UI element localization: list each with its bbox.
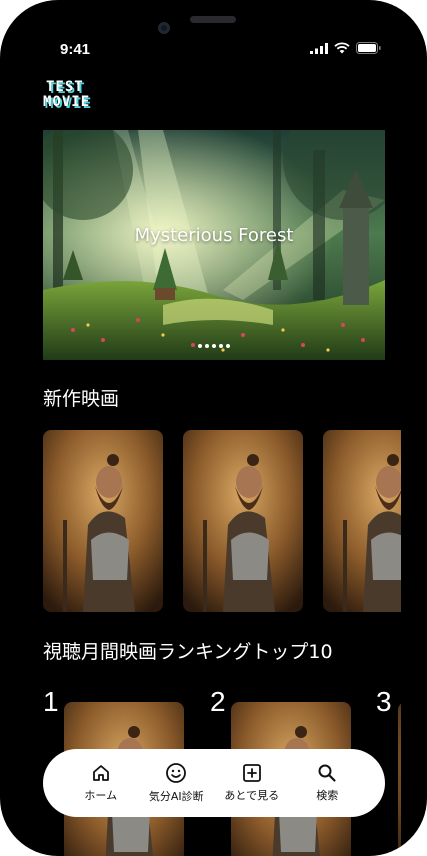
status-icons: [310, 42, 381, 54]
hero-title: Mysterious Forest: [134, 225, 294, 246]
nav-label: 気分AI診断: [148, 790, 204, 803]
carousel-dot[interactable]: [205, 344, 209, 348]
nav-mood-ai[interactable]: 気分AI診断: [141, 762, 211, 804]
movie-poster[interactable]: [183, 430, 303, 612]
carousel-dot[interactable]: [212, 344, 216, 348]
new-movies-title: 新作映画: [43, 388, 120, 410]
signal-icon: [310, 42, 328, 54]
bottom-navigation: ホーム 気分AI診断 あとで見る 検索: [43, 749, 385, 817]
logo-line-2: MOVIE: [43, 94, 91, 110]
carousel-dot[interactable]: [219, 344, 223, 348]
phone-frame: 9:41 TEST MOVIE Mysterious Forest 新作映画 視…: [0, 0, 427, 856]
rank-number: 1: [43, 686, 59, 717]
carousel-dot[interactable]: [198, 344, 202, 348]
rank-number: 2: [210, 686, 226, 717]
nav-label: ホーム: [84, 789, 118, 802]
carousel-dot[interactable]: [226, 344, 230, 348]
ranking-title: 視聴月間映画ランキングトップ10: [43, 641, 333, 663]
logo-line-1: TEST: [46, 79, 84, 95]
status-time: 9:41: [60, 41, 91, 58]
nav-label: 検索: [316, 789, 339, 802]
warrior-poster-image: [323, 430, 401, 612]
rank-number: 3: [376, 686, 392, 717]
home-icon: [92, 765, 109, 781]
carousel-dots: [43, 344, 385, 348]
plus-box-icon: [242, 764, 261, 782]
nav-search[interactable]: 検索: [292, 763, 362, 803]
smiley-icon: [166, 763, 187, 783]
nav-watch-later[interactable]: あとで見る: [217, 763, 287, 803]
movie-poster[interactable]: [43, 430, 163, 612]
nav-label: あとで見る: [224, 789, 280, 802]
search-icon: [318, 764, 336, 782]
nav-home[interactable]: ホーム: [66, 763, 136, 803]
battery-icon: [356, 42, 381, 54]
movie-poster[interactable]: [323, 430, 401, 612]
new-movies-carousel[interactable]: [43, 430, 401, 612]
wifi-icon: [334, 42, 350, 54]
warrior-poster-image: [398, 702, 401, 856]
warrior-poster-image: [183, 430, 303, 612]
hero-banner[interactable]: Mysterious Forest: [43, 130, 385, 360]
app-logo[interactable]: TEST MOVIE: [43, 80, 90, 110]
warrior-poster-image: [43, 430, 163, 612]
app-screen: 9:41 TEST MOVIE Mysterious Forest 新作映画 視…: [0, 0, 427, 856]
ranked-movie-poster[interactable]: [398, 702, 401, 856]
